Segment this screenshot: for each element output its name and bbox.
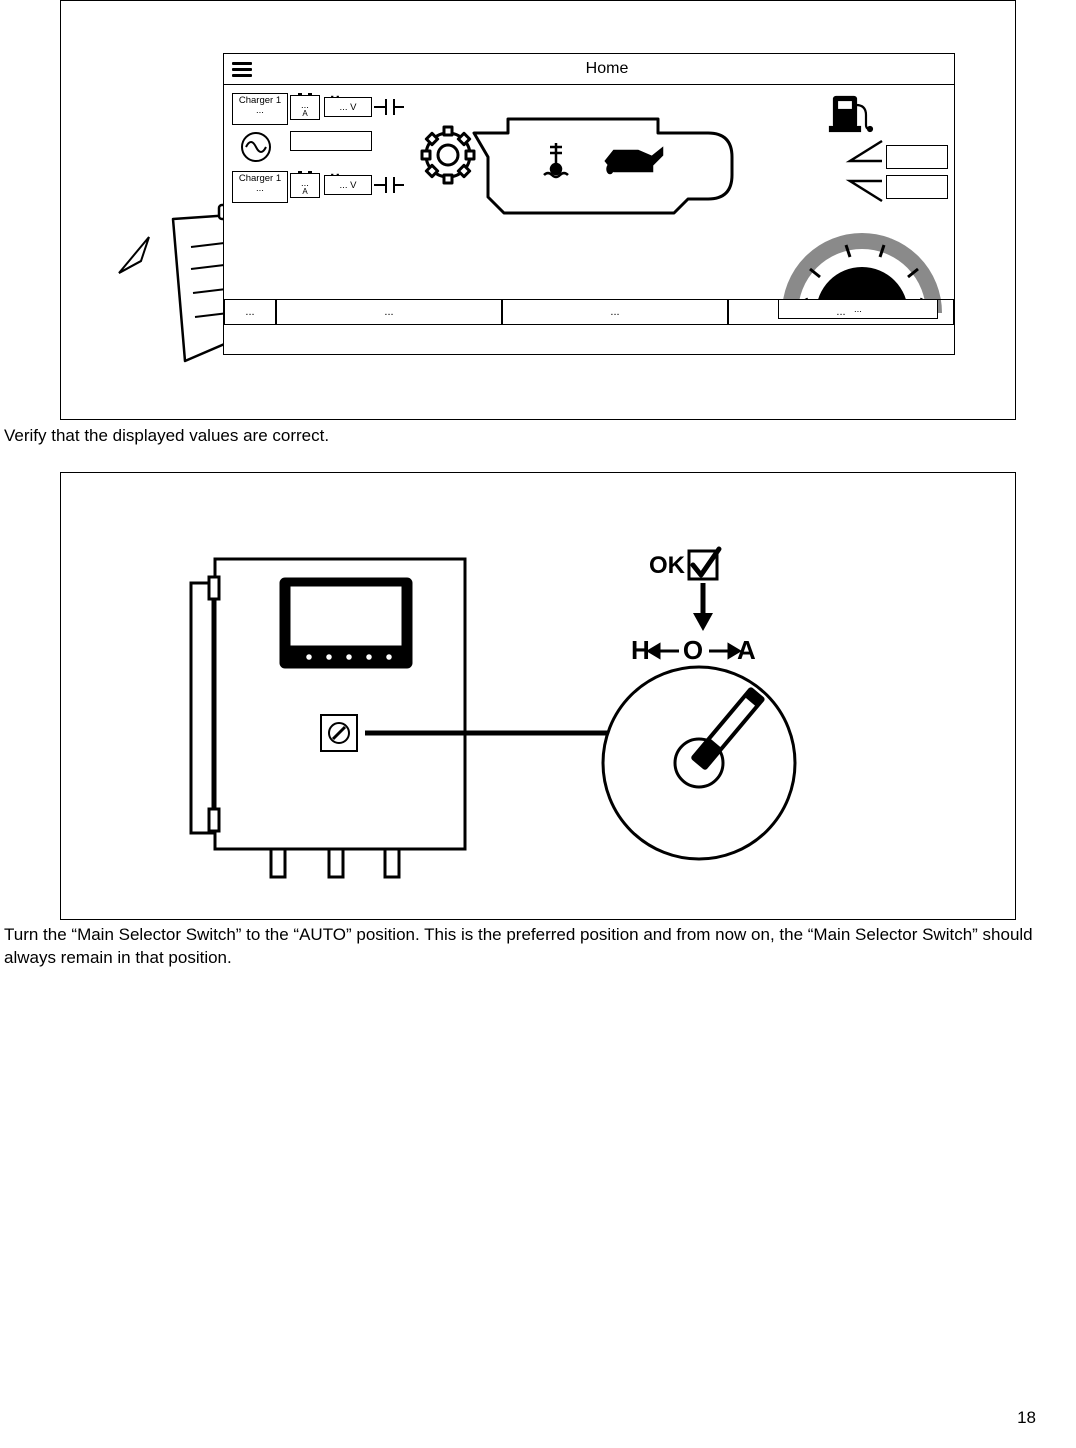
charger2-box: Charger 1 ... [232, 171, 288, 203]
right-box-1 [886, 145, 948, 169]
volts1-box: ... V [324, 97, 372, 117]
figure-selector-switch: OK H O A [60, 472, 1016, 920]
hmi-screen: Home Charger 1 ... ... A [223, 53, 955, 355]
page-number: 18 [1017, 1408, 1036, 1428]
fuel-pump-icon [828, 91, 888, 135]
ok-label: OK [649, 552, 686, 579]
engine-icon [418, 99, 848, 219]
bottom-cell-1: ... [224, 299, 276, 325]
status1-box [290, 131, 372, 151]
figure-hmi-home: Home Charger 1 ... ... A [60, 0, 1016, 420]
charger1-box: Charger 1 ... [232, 93, 288, 125]
bottom-cell-4: ... [728, 299, 954, 325]
bottom-cell-3: ... [502, 299, 728, 325]
selector-pos-o: O [683, 635, 703, 665]
pressure-gauge: ... PSI [772, 203, 942, 313]
amps1-box: ... A [290, 95, 320, 120]
volts2-box: ... V [324, 175, 372, 195]
caption-2: Turn the “Main Selector Switch” to the “… [4, 924, 1066, 970]
screen-title: Home [260, 60, 954, 78]
caption-1: Verify that the displayed values are cor… [4, 424, 1066, 448]
amps2-box: ... A [290, 173, 320, 198]
menu-icon[interactable] [224, 62, 260, 77]
hmi-bottom-bar: ... ... ... ... [224, 299, 954, 325]
bottom-cell-2: ... [276, 299, 502, 325]
ac-source-icon [238, 129, 274, 165]
selector-pos-h: H [631, 635, 650, 665]
right-box-2 [886, 175, 948, 199]
